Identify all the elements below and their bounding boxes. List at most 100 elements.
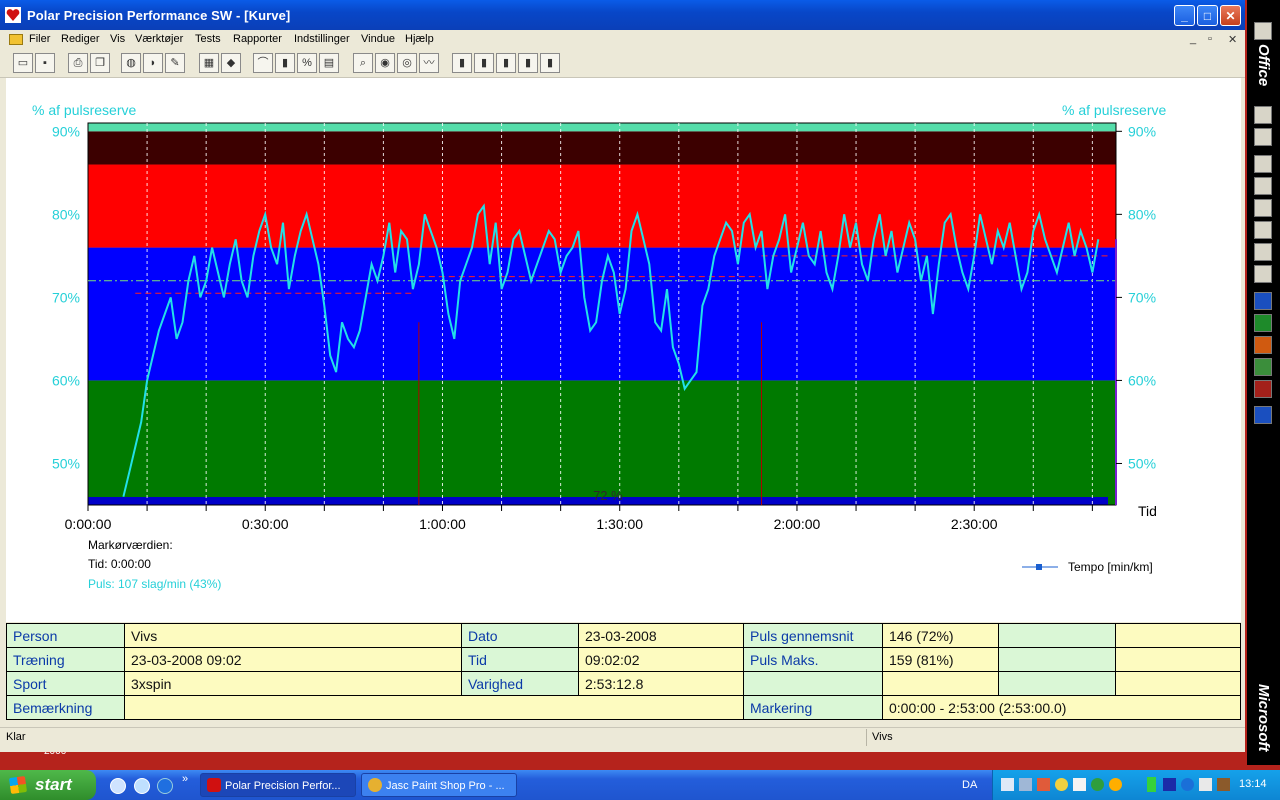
curve-icon[interactable]: ⌒ [253, 53, 273, 73]
legend-line-icon [1022, 564, 1058, 570]
task-polar-button[interactable]: Polar Precision Perfor... [200, 773, 356, 797]
trend-icon[interactable]: 〰 [419, 53, 439, 73]
toolbar: ▭ ▪ ⎙ ❐ ◍ ◗ ✎ ▦ ◆ ⌒ ▮ % ▤ ⌕ ◉ ◎ 〰 ▮ ▮ ▮ … [0, 49, 1245, 78]
y-tick-left: 90% [52, 123, 80, 139]
menu-bar: Filer Rediger Vis Værktøjer Tests Rappor… [0, 30, 1245, 49]
save-icon[interactable]: ▪ [35, 53, 55, 73]
menu-indstillinger[interactable]: Indstillinger [294, 33, 350, 45]
office-folder-icon[interactable] [1254, 22, 1272, 40]
book-icon[interactable]: ◆ [221, 53, 241, 73]
project-icon[interactable] [1254, 358, 1272, 376]
tray-shield-icon[interactable] [1037, 778, 1050, 791]
clock[interactable]: 13:14 [1239, 778, 1267, 790]
mdi-close-button[interactable]: ✕ [1228, 33, 1237, 46]
quicklaunch-overflow-icon[interactable]: » [182, 773, 188, 785]
menu-tests[interactable]: Tests [195, 33, 221, 45]
excel-icon[interactable] [1254, 314, 1272, 332]
zoom-icon[interactable]: ⌕ [353, 53, 373, 73]
percent-chart-icon[interactable]: % [297, 53, 317, 73]
office-calendar-icon[interactable] [1254, 177, 1272, 195]
disk-icon[interactable]: ◉ [375, 53, 395, 73]
info-cell [882, 671, 999, 696]
office-contact-icon[interactable] [1254, 221, 1272, 239]
info-cell: 09:02:02 [578, 647, 744, 672]
menu-vaerktoejer[interactable]: Værktøjer [135, 33, 183, 45]
tray-bluetooth-icon[interactable] [1181, 778, 1194, 791]
info-row: Bemærkning Markering 0:00:00 - 2:53:00 (2:… [6, 695, 1241, 720]
minimize-button[interactable]: _ [1174, 5, 1195, 26]
mdi-restore-button[interactable]: ▫ [1208, 33, 1212, 45]
legend-tempo: Tempo [min/km] [1068, 560, 1153, 574]
tray-mail-icon[interactable] [1073, 778, 1086, 791]
tray-sync-icon[interactable] [1055, 778, 1068, 791]
close-button[interactable]: ✕ [1220, 5, 1241, 26]
word-icon[interactable] [1254, 292, 1272, 310]
status-bar: Klar Vivs [0, 727, 1245, 748]
tray-display-icon[interactable] [1163, 778, 1176, 791]
mdi-minimize-button[interactable]: _ [1190, 33, 1196, 45]
menu-filer[interactable]: Filer [29, 33, 50, 45]
report4-icon[interactable]: ▮ [518, 53, 538, 73]
target-icon[interactable]: ◎ [397, 53, 417, 73]
y-tick-left: 60% [52, 372, 80, 388]
office-task-icon[interactable] [1254, 199, 1272, 217]
powerpoint-icon[interactable] [1254, 336, 1272, 354]
y-tick-left: 80% [52, 206, 80, 222]
office-help-icon[interactable] [1254, 406, 1272, 424]
menu-rapporter[interactable]: Rapporter [233, 33, 282, 45]
calendar-icon[interactable]: ▦ [199, 53, 219, 73]
copy-icon[interactable]: ❐ [90, 53, 110, 73]
tray-network-icon[interactable] [1001, 778, 1014, 791]
menu-vindue[interactable]: Vindue [361, 33, 395, 45]
office-note-icon[interactable] [1254, 265, 1272, 283]
office-new-doc-icon[interactable] [1254, 106, 1272, 124]
globe-icon[interactable]: ◍ [121, 53, 141, 73]
table-icon[interactable]: ▤ [319, 53, 339, 73]
window-title: Polar Precision Performance SW - [Kurve] [27, 8, 291, 23]
report3-icon[interactable]: ▮ [496, 53, 516, 73]
tray-volume-icon[interactable] [1199, 778, 1212, 791]
task-paintshop-icon [368, 778, 382, 792]
info-cell [1115, 647, 1241, 672]
marker-time: Tid: 0:00:00 [88, 557, 151, 571]
access-icon[interactable] [1254, 380, 1272, 398]
info-cell [1115, 623, 1241, 648]
x-tick-label: 1:00:00 [419, 516, 466, 532]
open-icon[interactable]: ▭ [13, 53, 33, 73]
edit-icon[interactable]: ✎ [165, 53, 185, 73]
search-quicklaunch-icon[interactable] [134, 778, 150, 794]
tray-monitor-icon[interactable] [1019, 778, 1032, 791]
office-journal-icon[interactable] [1254, 243, 1272, 261]
maximize-button[interactable]: □ [1197, 5, 1218, 26]
tray-tool-icon[interactable] [1217, 778, 1230, 791]
menu-hjaelp[interactable]: Hjælp [405, 33, 434, 45]
y-tick-left: 50% [52, 455, 80, 471]
bar-chart-icon[interactable]: ▮ [275, 53, 295, 73]
report2-icon[interactable]: ▮ [474, 53, 494, 73]
office-mail-icon[interactable] [1254, 155, 1272, 173]
print-icon[interactable]: ⎙ [68, 53, 88, 73]
report1-icon[interactable]: ▮ [452, 53, 472, 73]
info-cell: 146 (72%) [882, 623, 999, 648]
chart-canvas: % af pulsreserve % af pulsreserve 50% 50%… [6, 78, 1241, 622]
marker-pulse: Puls: 107 slag/min (43%) [88, 577, 222, 591]
info-cell: 2:53:12.8 [578, 671, 744, 696]
zone-band-0 [88, 380, 1116, 505]
menu-rediger[interactable]: Rediger [61, 33, 100, 45]
title-bar[interactable]: Polar Precision Performance SW - [Kurve]… [0, 0, 1245, 30]
info-cell: Markering [743, 695, 883, 720]
language-indicator[interactable]: DA [962, 779, 977, 791]
tray-battery-icon[interactable] [1147, 777, 1156, 792]
ie-quicklaunch-icon[interactable] [110, 778, 126, 794]
browser-quicklaunch-icon[interactable] [157, 778, 173, 794]
report5-icon[interactable]: ▮ [540, 53, 560, 73]
info-row: Træning 23-03-2008 09:02 Tid 09:02:02 Puls M… [6, 647, 1241, 672]
office-open-doc-icon[interactable] [1254, 128, 1272, 146]
transfer-icon[interactable]: ◗ [143, 53, 163, 73]
task-paintshop-button[interactable]: Jasc Paint Shop Pro - ... [361, 773, 517, 797]
start-button[interactable]: start [0, 770, 96, 800]
tray-messenger-icon[interactable] [1109, 778, 1122, 791]
heart-rate-chart[interactable]: 50% 50% 60% 60% 70% 70% 80% 80% 90% 90% 0:00:00 0:3… [6, 78, 1241, 548]
tray-antivirus-icon[interactable] [1091, 778, 1104, 791]
menu-vis[interactable]: Vis [110, 33, 125, 45]
